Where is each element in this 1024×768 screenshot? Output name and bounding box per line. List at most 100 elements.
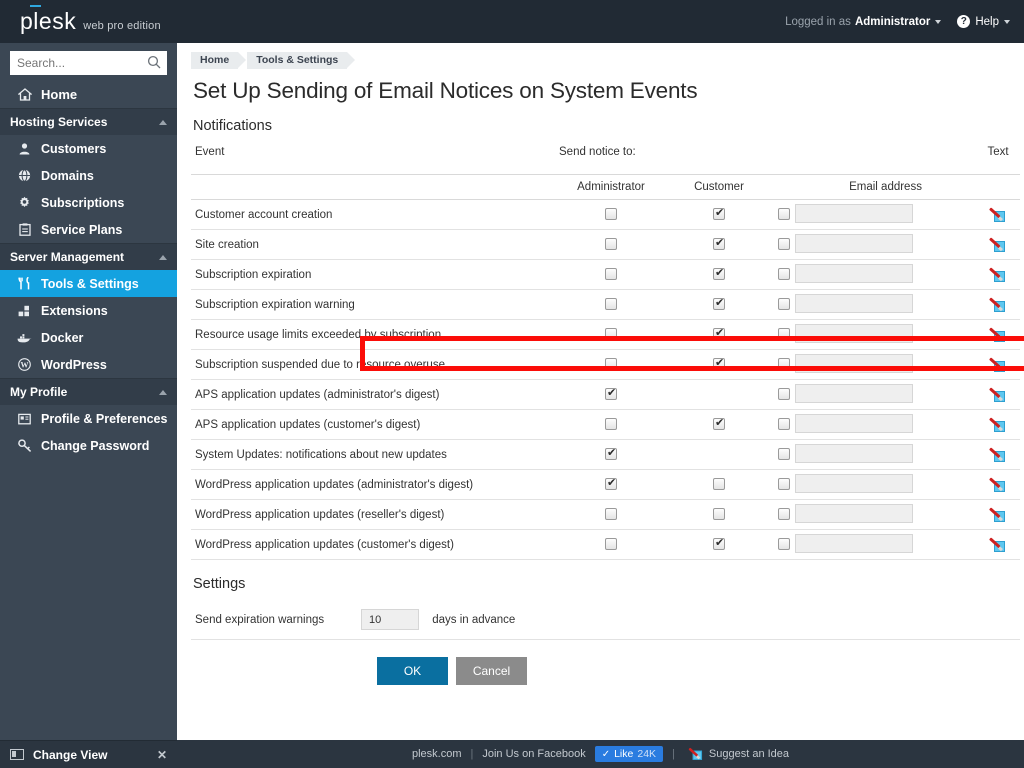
checkbox-email-address[interactable] [778,388,790,401]
checkbox-administrator[interactable] [605,508,617,521]
checkbox-customer[interactable] [713,537,725,551]
email-address-input[interactable] [795,473,913,493]
sidebar-item-home[interactable]: Home [0,81,177,108]
checkbox-administrator[interactable] [605,328,617,341]
sidebar-item-tools-and-settings[interactable]: Tools & Settings [0,270,177,297]
edit-note-icon[interactable] [988,386,1007,403]
sidebar-item-docker[interactable]: Docker [0,324,177,351]
checkbox-email-address[interactable] [778,478,790,491]
change-view-button[interactable]: Change View ✕ [0,740,177,768]
checkbox-customer[interactable] [713,267,725,281]
chevron-up-icon[interactable] [159,389,167,395]
email-address-input[interactable] [795,443,913,463]
suggest-an-idea-link[interactable]: Suggest an Idea [688,746,789,762]
email-address-input[interactable] [795,353,913,373]
checkbox-customer[interactable] [713,417,725,431]
current-user-menu[interactable]: Administrator [855,16,930,28]
help-menu[interactable]: ? Help [957,15,1010,28]
footer-divider: | [470,748,474,760]
ok-button[interactable]: OK [377,656,448,685]
checkbox-customer[interactable] [713,237,725,251]
checkbox-email-address[interactable] [778,358,790,371]
email-address-input[interactable] [795,293,913,313]
email-address-input[interactable] [795,203,913,223]
search-icon[interactable] [147,55,161,74]
edit-note-icon[interactable] [988,236,1007,253]
cancel-button[interactable]: Cancel [456,656,527,685]
checkbox-email-address[interactable] [778,238,790,251]
checkbox-email-address[interactable] [778,538,790,551]
checkbox-email-address[interactable] [778,508,790,521]
expiration-warning-label: Send expiration warnings [191,601,361,640]
edit-note-icon[interactable] [988,476,1007,493]
edit-note-icon[interactable] [988,506,1007,523]
edit-note-icon[interactable] [988,266,1007,283]
checkbox-email-address[interactable] [778,208,790,221]
chevron-up-icon[interactable] [159,119,167,125]
checkbox-administrator[interactable] [605,418,617,431]
edit-note-icon[interactable] [988,296,1007,313]
edit-note-icon[interactable] [988,446,1007,463]
email-address-input[interactable] [795,503,913,523]
edit-note-icon[interactable] [988,536,1007,553]
checkbox-customer[interactable] [713,327,725,341]
email-address-input[interactable] [795,413,913,433]
edit-note-icon[interactable] [988,416,1007,433]
sidebar-item-wordpress[interactable]: W WordPress [0,351,177,378]
checkbox-administrator[interactable] [605,447,617,461]
footer-link-plesk-com[interactable]: plesk.com [412,748,462,760]
checkbox-customer[interactable] [713,207,725,221]
edit-note-icon[interactable] [988,206,1007,223]
sidebar-group-my-profile[interactable]: My Profile [0,378,177,405]
search-box[interactable] [10,51,167,75]
search-input[interactable] [10,52,167,74]
sidebar-item-service-plans[interactable]: Service Plans [0,216,177,243]
expiration-days-input[interactable]: 10 [361,609,419,631]
chevron-up-icon[interactable] [159,254,167,260]
sidebar-item-domains[interactable]: Domains [0,162,177,189]
checkbox-administrator[interactable] [605,477,617,491]
checkbox-email-address[interactable] [778,268,790,281]
sidebar-item-extensions[interactable]: Extensions [0,297,177,324]
sidebar-item-subscriptions[interactable]: Subscriptions [0,189,177,216]
event-name-cell: Subscription expiration [191,259,557,290]
text-cell [976,499,1021,530]
footer-link-facebook[interactable]: Join Us on Facebook [482,748,585,760]
checkbox-administrator[interactable] [605,298,617,311]
checkbox-email-address[interactable] [778,418,790,431]
checkbox-customer[interactable] [713,508,725,521]
email-address-input[interactable] [795,383,913,403]
sidebar-item-customers[interactable]: Customers [0,135,177,162]
sidebar-item-profile-preferences[interactable]: Profile & Preferences [0,405,177,432]
facebook-like-button[interactable]: ✓ Like 24K [594,746,664,762]
email-address-input[interactable] [795,533,913,553]
edit-note-icon[interactable] [988,356,1007,373]
checkbox-customer[interactable] [713,357,725,371]
close-icon[interactable]: ✕ [157,748,167,762]
checkbox-customer[interactable] [713,297,725,311]
checkbox-administrator[interactable] [605,268,617,281]
table-row: WordPress application updates (administr… [191,469,1021,500]
checkbox-administrator[interactable] [605,238,617,251]
sidebar-item-change-password[interactable]: Change Password [0,432,177,459]
checkbox-administrator[interactable] [605,358,617,371]
checkbox-customer[interactable] [713,478,725,491]
checkbox-administrator[interactable] [605,208,617,221]
checkbox-email-address[interactable] [778,448,790,461]
checkbox-email-address[interactable] [778,298,790,311]
checkbox-administrator[interactable] [605,387,617,401]
breadcrumb-item-tools-settings[interactable]: Tools & Settings [247,52,356,69]
sidebar-group-hosting-services[interactable]: Hosting Services [0,108,177,135]
chevron-down-icon[interactable] [935,19,942,24]
breadcrumb-item-home[interactable]: Home [191,52,247,69]
checkbox-administrator[interactable] [605,538,617,551]
plesk-logo[interactable]: plesk web pro edition [20,5,161,35]
email-address-input[interactable] [795,323,913,343]
email-address-input[interactable] [795,233,913,253]
email-address-cell [795,469,977,500]
edit-note-icon[interactable] [988,326,1007,343]
chevron-down-icon[interactable] [1004,19,1010,24]
sidebar-group-server-management[interactable]: Server Management [0,243,177,270]
email-address-input[interactable] [795,263,913,283]
checkbox-email-address[interactable] [778,328,790,341]
